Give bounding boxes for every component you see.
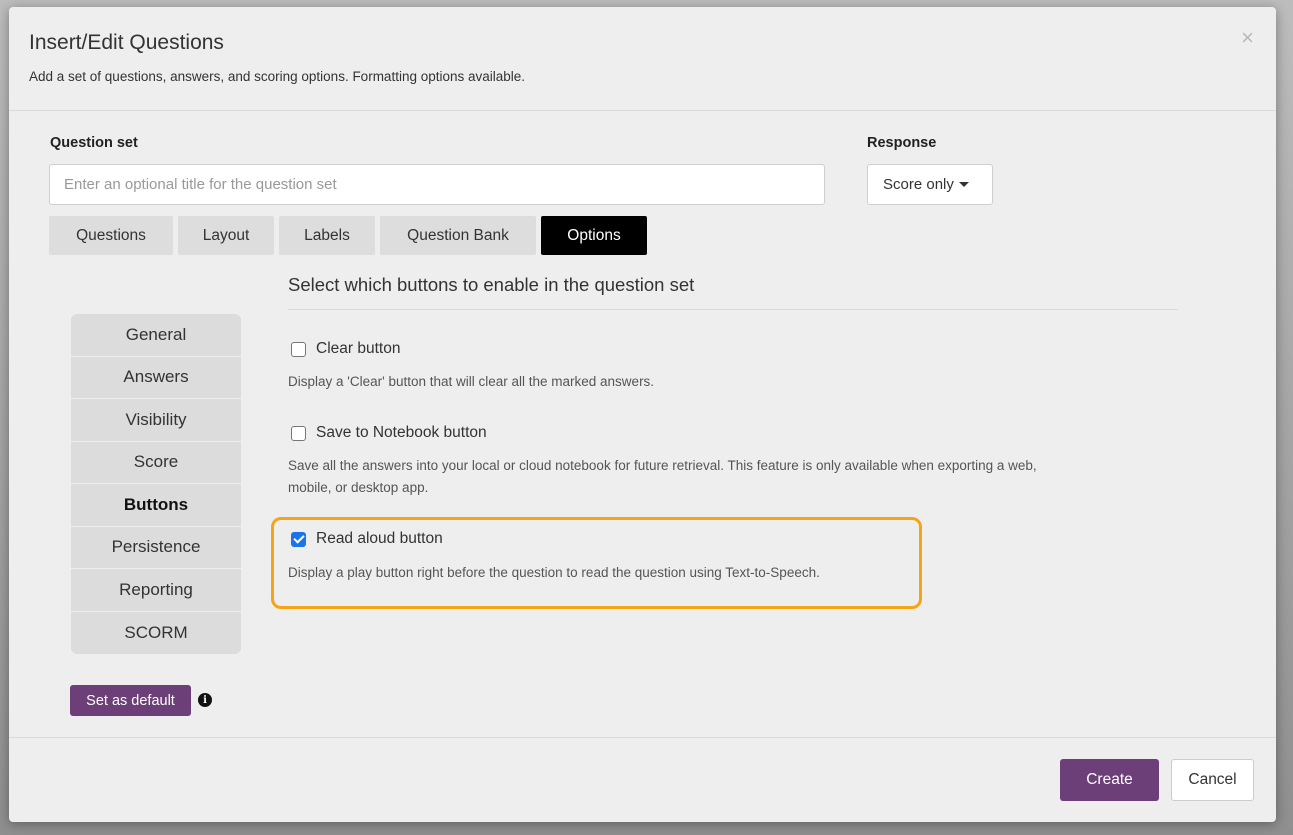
save-to-notebook-checkbox[interactable] — [291, 425, 306, 441]
clear-button-label: Clear button — [316, 340, 401, 357]
side-nav-item-scorm[interactable]: SCORM — [71, 612, 241, 655]
create-button[interactable]: Create — [1060, 759, 1159, 801]
read-aloud-option[interactable]: Read aloud button — [291, 530, 443, 548]
response-label: Response — [867, 135, 937, 151]
save-to-notebook-description-line1: Save all the answers into your local or … — [288, 458, 1037, 473]
dialog-header: Insert/Edit Questions Add a set of quest… — [9, 7, 1276, 111]
tab-layout[interactable]: Layout — [178, 216, 274, 255]
save-to-notebook-label: Save to Notebook button — [316, 424, 487, 441]
side-nav-item-score[interactable]: Score — [71, 442, 241, 484]
dialog-title: Insert/Edit Questions — [29, 31, 224, 54]
side-nav-item-reporting[interactable]: Reporting — [71, 569, 241, 612]
side-nav-item-answers[interactable]: Answers — [71, 357, 241, 399]
insert-edit-questions-dialog: Insert/Edit Questions Add a set of quest… — [9, 7, 1276, 822]
save-to-notebook-description-line2: mobile, or desktop app. — [288, 480, 429, 495]
clear-button-option[interactable]: Clear button — [291, 340, 400, 358]
response-selected-value: Score only — [883, 176, 954, 193]
tab-labels[interactable]: Labels — [279, 216, 375, 255]
side-nav-item-buttons[interactable]: Buttons — [71, 484, 241, 527]
heading-divider — [288, 309, 1178, 310]
clear-button-checkbox[interactable] — [291, 341, 306, 357]
clear-button-description: Display a 'Clear' button that will clear… — [288, 374, 655, 389]
read-aloud-label: Read aloud button — [316, 530, 443, 547]
options-side-nav: General Answers Visibility Score Buttons… — [71, 314, 241, 654]
side-nav-item-visibility[interactable]: Visibility — [71, 399, 241, 442]
question-set-title-input[interactable] — [49, 164, 825, 205]
tab-questions[interactable]: Questions — [49, 216, 173, 255]
tab-options[interactable]: Options — [541, 216, 647, 255]
options-heading: Select which buttons to enable in the qu… — [288, 274, 695, 295]
chevron-down-icon — [958, 182, 969, 187]
tab-question-bank[interactable]: Question Bank — [380, 216, 536, 255]
question-set-label: Question set — [50, 135, 138, 151]
cancel-button[interactable]: Cancel — [1171, 759, 1254, 801]
read-aloud-checkbox[interactable] — [291, 531, 306, 547]
side-nav-item-general[interactable]: General — [71, 314, 241, 357]
set-as-default-button[interactable]: Set as default — [70, 685, 191, 716]
info-icon[interactable]: i — [198, 693, 212, 707]
save-to-notebook-option[interactable]: Save to Notebook button — [291, 424, 487, 442]
read-aloud-description: Display a play button right before the q… — [288, 565, 820, 580]
response-dropdown[interactable]: Score only — [867, 164, 993, 205]
close-icon[interactable]: × — [1241, 27, 1254, 49]
side-nav-item-persistence[interactable]: Persistence — [71, 527, 241, 569]
dialog-subtitle: Add a set of questions, answers, and sco… — [29, 69, 526, 84]
